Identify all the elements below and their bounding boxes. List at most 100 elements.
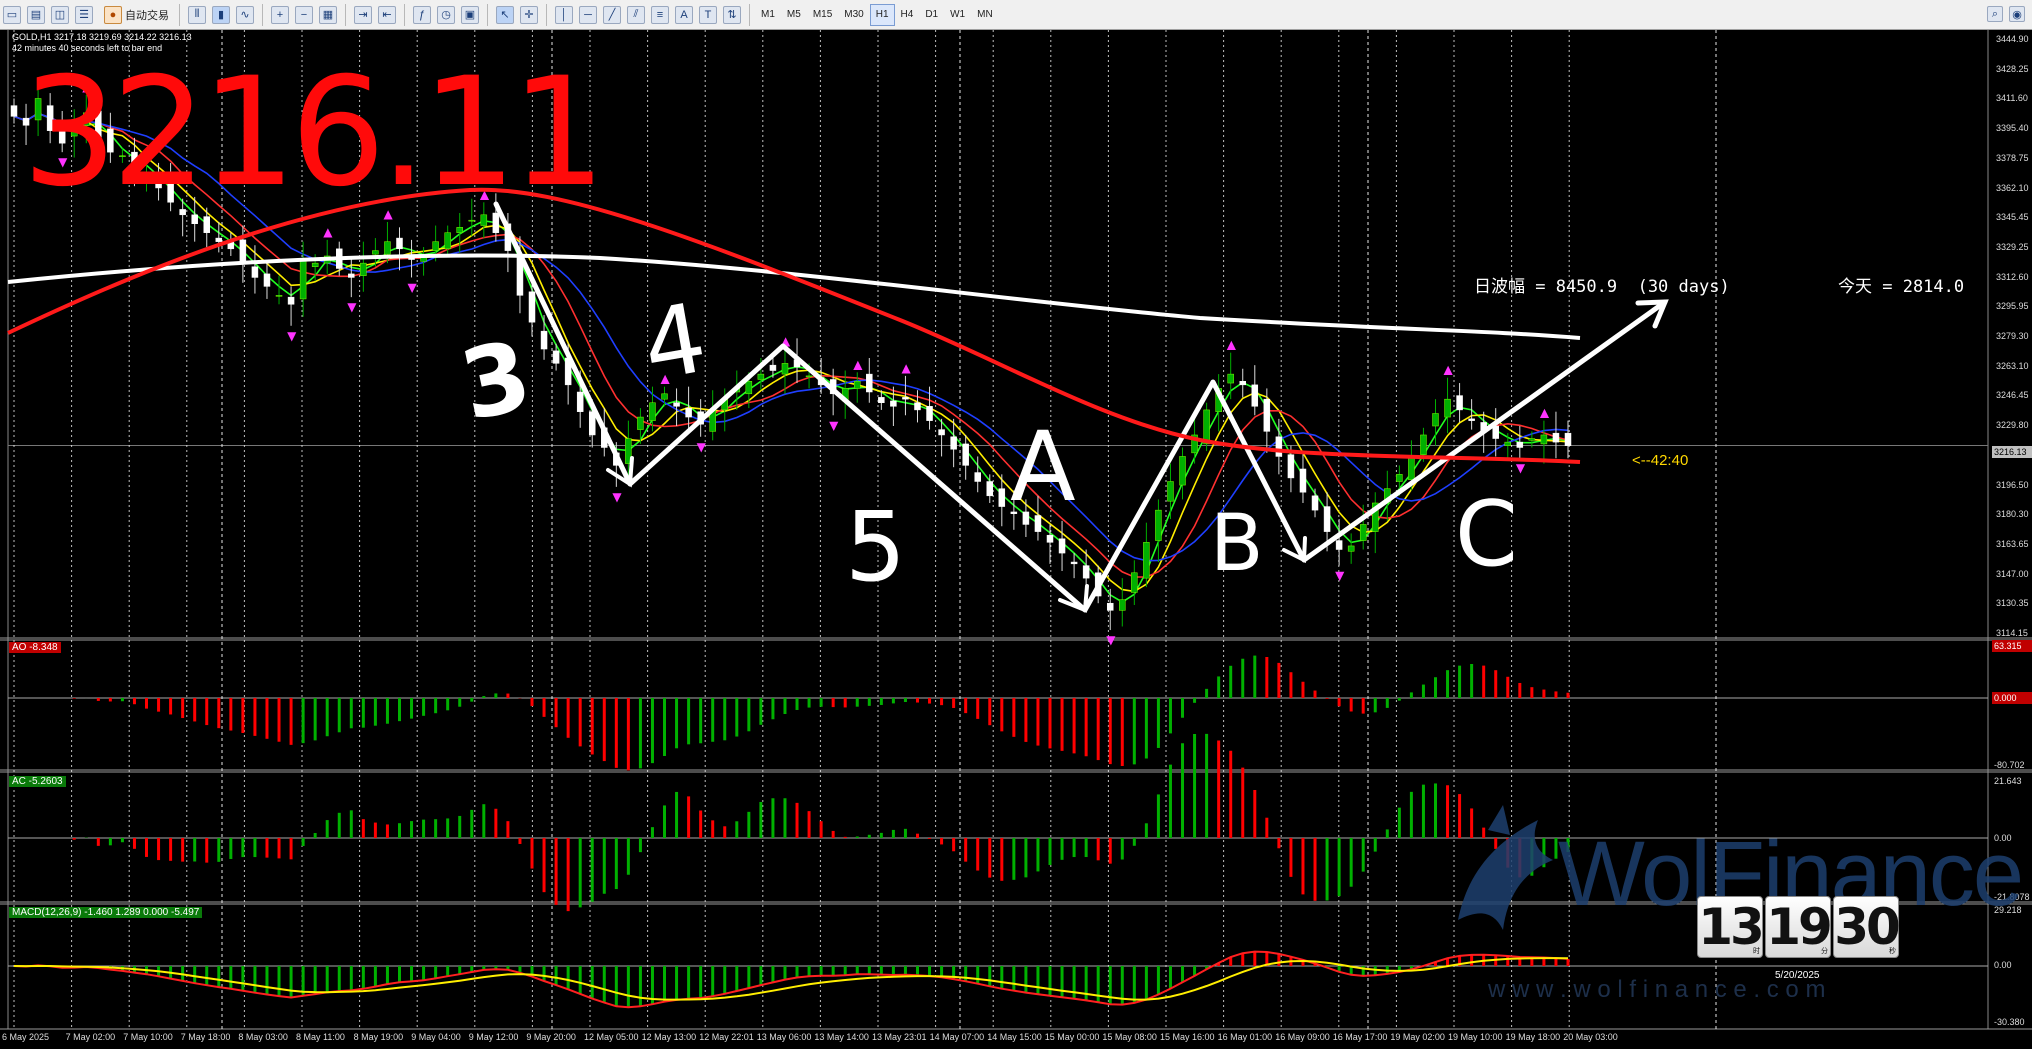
- fractal-up-marker: ▲: [1444, 363, 1454, 377]
- channel-icon[interactable]: ⫽: [627, 5, 645, 24]
- time-axis-label: 16 May 17:00: [1332, 1032, 1388, 1042]
- timeframe-w1[interactable]: W1: [944, 4, 971, 26]
- time-axis-label: 16 May 01:00: [1217, 1032, 1273, 1042]
- today-range-label: 今天 = 2814.0: [1838, 277, 1965, 297]
- timeframe-mn[interactable]: MN: [971, 4, 999, 26]
- candle-body: [902, 397, 909, 400]
- daily-range-label: 日波幅 = 8450.9 (30 days): [1474, 277, 1730, 297]
- search-icon[interactable]: ⌕: [1987, 6, 2003, 22]
- candle-body: [10, 105, 18, 117]
- toolbar-separator: [487, 3, 488, 26]
- crosshair-icon[interactable]: ✛: [520, 5, 538, 24]
- ac-zero-value: 0.00: [1994, 833, 2012, 843]
- candle-body: [396, 237, 403, 250]
- periods-icon[interactable]: ◷: [437, 5, 455, 24]
- horizontal-line-icon[interactable]: ─: [579, 5, 597, 24]
- auto-trading-button[interactable]: ● 自动交易: [96, 4, 174, 26]
- ac-min-value: -21.8078: [1994, 892, 2030, 902]
- candle-body: [528, 291, 536, 323]
- time-axis-label: 13 May 14:00: [814, 1032, 869, 1042]
- time-axis-label: 13 May 06:00: [756, 1032, 812, 1042]
- candle-body: [938, 429, 945, 436]
- macd-indicator-label: MACD(12,26,9) -1.460 1.289 0.000 -5.497: [9, 907, 203, 918]
- vertical-line-icon[interactable]: │: [555, 5, 573, 24]
- candle-body: [1468, 418, 1475, 421]
- fractal-down-marker: ▼: [347, 300, 357, 314]
- candle-body: [1046, 534, 1054, 543]
- cursor-icon[interactable]: ↖: [496, 5, 514, 24]
- time-axis-label: 9 May 12:00: [468, 1032, 519, 1042]
- candle-body: [926, 406, 933, 421]
- market-watch-icon[interactable]: ◫: [51, 5, 69, 24]
- tile-windows-icon[interactable]: ▦: [319, 5, 337, 24]
- time-axis-label: 14 May 07:00: [929, 1032, 985, 1042]
- candle-body: [215, 237, 223, 242]
- profiles-icon[interactable]: ▤: [27, 5, 45, 24]
- candle-body: [287, 296, 295, 305]
- fractal-down-marker: ▼: [1516, 461, 1526, 475]
- timeframe-m1[interactable]: M1: [755, 4, 781, 26]
- candle-body: [456, 227, 463, 233]
- timeframe-h1[interactable]: H1: [869, 3, 895, 26]
- candle-body: [757, 373, 765, 380]
- candle-body: [1179, 456, 1186, 486]
- candle-body: [866, 373, 873, 393]
- candle-body: [1516, 441, 1524, 448]
- text-icon[interactable]: A: [675, 5, 693, 24]
- time-axis-label: 7 May 02:00: [65, 1032, 116, 1042]
- wave-label-b: B: [1210, 499, 1264, 589]
- candle-body: [1287, 454, 1295, 479]
- candle-body: [1106, 602, 1114, 611]
- candle-body: [1552, 432, 1560, 443]
- clock-minute-unit: 分: [1821, 947, 1828, 955]
- toolbar-separator: [345, 3, 346, 26]
- chart-shift-icon[interactable]: ⇤: [378, 5, 396, 24]
- zoom-out-icon[interactable]: −: [295, 5, 313, 24]
- main-toolbar: ▭ ▤ ◫ ☰ ● 自动交易 ⫴ ▮ ∿ + − ▦ ⇥ ⇤ ƒ ◷ ▣ ↖ ✛…: [0, 0, 2032, 30]
- macd-zero-value: 0.00: [1994, 960, 2012, 970]
- timeframe-d1[interactable]: D1: [919, 4, 944, 26]
- candle-body: [986, 481, 994, 497]
- toolbar-separator: [546, 3, 547, 26]
- candle-body: [1347, 545, 1355, 552]
- arrows-icon[interactable]: ⇅: [723, 5, 741, 24]
- trendline-icon[interactable]: ╱: [603, 5, 621, 24]
- fibonacci-icon[interactable]: ≡: [651, 5, 669, 24]
- candle-body: [1420, 434, 1427, 455]
- fractal-up-marker: ▲: [1227, 338, 1237, 352]
- folder-icon[interactable]: ▭: [3, 5, 21, 24]
- candle-body: [1203, 409, 1210, 445]
- candle-body: [1359, 524, 1367, 541]
- text-label-icon[interactable]: T: [699, 5, 717, 24]
- line-chart-icon[interactable]: ∿: [236, 5, 254, 24]
- notifications-icon[interactable]: ◉: [2009, 6, 2025, 22]
- candle-body: [685, 407, 692, 418]
- candle-body: [1492, 425, 1499, 439]
- bar-chart-icon[interactable]: ⫴: [188, 5, 206, 24]
- clock-minute: 19 分: [1765, 896, 1833, 958]
- candle-body: [781, 363, 789, 375]
- candle-body: [1251, 384, 1259, 407]
- indicators-icon[interactable]: ƒ: [413, 5, 431, 24]
- navigator-icon[interactable]: ☰: [75, 5, 93, 24]
- candle-body: [1131, 572, 1138, 593]
- candle-body: [552, 350, 560, 364]
- timeframe-m15[interactable]: M15: [807, 4, 838, 26]
- candle-body: [576, 391, 584, 412]
- zoom-in-icon[interactable]: +: [271, 5, 289, 24]
- candle-body: [251, 266, 259, 278]
- timeframe-m5[interactable]: M5: [781, 4, 807, 26]
- fractal-up-marker: ▲: [323, 225, 333, 239]
- time-axis-label: 6 May 2025: [2, 1032, 50, 1042]
- candle-body: [914, 402, 921, 411]
- candle-body: [962, 443, 969, 466]
- current-price-tag: 3216.13: [1992, 446, 2032, 458]
- timeframe-m30[interactable]: M30: [838, 4, 869, 26]
- candle-body: [998, 488, 1006, 507]
- templates-icon[interactable]: ▣: [461, 5, 479, 24]
- auto-scroll-icon[interactable]: ⇥: [354, 5, 372, 24]
- candle-body: [1323, 506, 1331, 532]
- timeframe-h4[interactable]: H4: [895, 4, 920, 26]
- wave-label-5: 5: [845, 491, 906, 603]
- candlestick-icon[interactable]: ▮: [212, 5, 230, 24]
